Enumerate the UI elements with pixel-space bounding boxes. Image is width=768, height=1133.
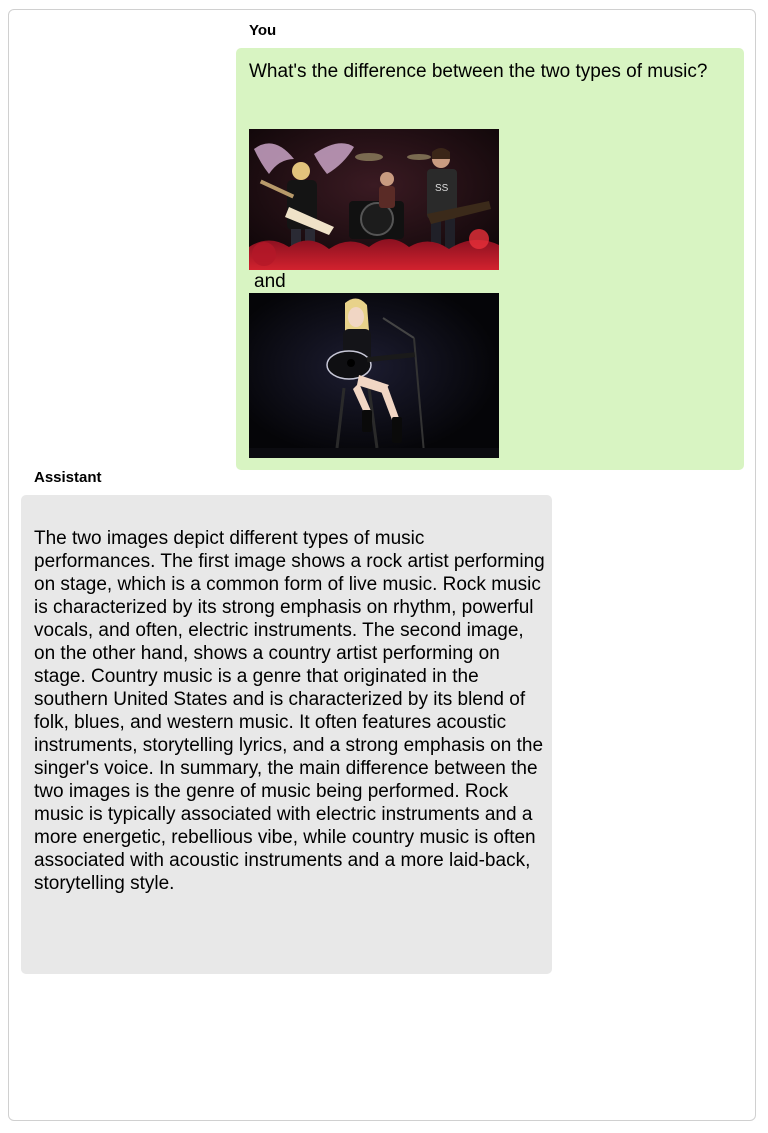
assistant-speaker-label: Assistant [34,469,102,486]
user-message-bubble: What's the difference between the two ty… [236,48,744,470]
assistant-message-bubble: The two images depict different types of… [21,495,552,974]
svg-text:SS: SS [435,183,449,194]
user-question-text: What's the difference between the two ty… [249,61,708,82]
user-speaker-label: You [249,22,277,39]
country-concert-photo[interactable] [249,293,499,458]
assistant-response-text: The two images depict different types of… [34,528,545,894]
user-connector-text: and [254,271,286,292]
rock-concert-photo[interactable]: SS [249,129,499,270]
